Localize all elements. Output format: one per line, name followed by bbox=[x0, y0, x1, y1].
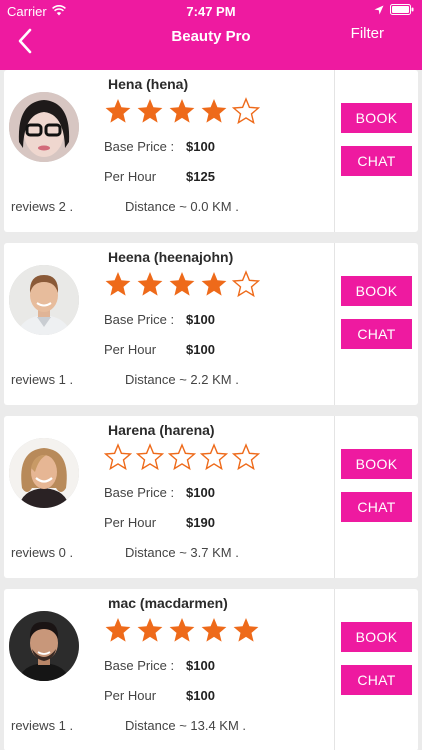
star-icon bbox=[201, 618, 227, 642]
card-divider bbox=[334, 243, 335, 405]
per-hour-label: Per Hour bbox=[104, 169, 157, 184]
avatar bbox=[9, 438, 79, 508]
reviews-count: reviews 1 . bbox=[11, 372, 74, 387]
star-outline-icon bbox=[104, 443, 132, 471]
base-price-value: $100 bbox=[186, 658, 215, 673]
provider-card[interactable]: Harena (harena) Base Price : $100 Per Ho… bbox=[4, 416, 418, 578]
per-hour-value: $100 bbox=[186, 688, 215, 703]
star-outline-icon bbox=[136, 443, 164, 471]
location-arrow-icon bbox=[374, 3, 384, 18]
per-hour-value: $190 bbox=[186, 515, 215, 530]
star-outline-icon bbox=[200, 443, 228, 471]
star-outline-icon bbox=[232, 97, 260, 125]
status-time: 7:47 PM bbox=[186, 4, 236, 19]
rating-stars bbox=[104, 270, 260, 298]
star-icon bbox=[137, 272, 163, 296]
chat-button[interactable]: CHAT bbox=[341, 492, 412, 522]
filter-button[interactable]: Filter bbox=[351, 25, 384, 42]
chat-button[interactable]: CHAT bbox=[341, 665, 412, 695]
star-icon bbox=[105, 99, 131, 123]
provider-card[interactable]: Hena (hena) Base Price : $100 Per Hour $… bbox=[4, 70, 418, 232]
provider-name: Hena (hena) bbox=[108, 76, 189, 92]
provider-card[interactable]: mac (macdarmen) Base Price : $100 Per Ho… bbox=[4, 589, 418, 750]
distance: Distance ~ 13.4 KM . bbox=[125, 718, 247, 733]
rating-stars bbox=[104, 616, 260, 644]
card-divider bbox=[334, 589, 335, 750]
star-icon bbox=[105, 618, 131, 642]
rating-stars bbox=[104, 443, 260, 471]
status-bar: Carrier 7:47 PM bbox=[0, 0, 422, 22]
distance: Distance ~ 3.7 KM . bbox=[125, 545, 239, 560]
chat-button[interactable]: CHAT bbox=[341, 319, 412, 349]
card-divider bbox=[334, 416, 335, 578]
star-outline-icon bbox=[232, 270, 260, 298]
star-icon bbox=[169, 272, 195, 296]
star-icon bbox=[137, 618, 163, 642]
per-hour-value: $100 bbox=[186, 342, 215, 357]
reviews-count: reviews 0 . bbox=[11, 545, 74, 560]
avatar bbox=[9, 92, 79, 162]
book-button[interactable]: BOOK bbox=[341, 103, 412, 133]
nav-bar: Beauty Pro Filter bbox=[0, 22, 422, 70]
star-outline-icon bbox=[168, 443, 196, 471]
distance: Distance ~ 2.2 KM . bbox=[125, 372, 239, 387]
provider-name: Harena (harena) bbox=[108, 422, 215, 438]
per-hour-value: $125 bbox=[186, 169, 215, 184]
base-price-label: Base Price : bbox=[104, 658, 175, 673]
star-icon bbox=[201, 99, 227, 123]
star-outline-icon bbox=[232, 443, 260, 471]
distance: Distance ~ 0.0 KM . bbox=[125, 199, 239, 214]
star-icon bbox=[201, 272, 227, 296]
star-icon bbox=[137, 99, 163, 123]
star-icon bbox=[105, 272, 131, 296]
provider-name: Heena (heenajohn) bbox=[108, 249, 234, 265]
book-button[interactable]: BOOK bbox=[341, 276, 412, 306]
base-price-label: Base Price : bbox=[104, 485, 175, 500]
provider-card[interactable]: Heena (heenajohn) Base Price : $100 Per … bbox=[4, 243, 418, 405]
base-price-value: $100 bbox=[186, 312, 215, 327]
reviews-count: reviews 1 . bbox=[11, 718, 74, 733]
base-price-label: Base Price : bbox=[104, 312, 175, 327]
base-price-label: Base Price : bbox=[104, 139, 175, 154]
rating-stars bbox=[104, 97, 260, 125]
per-hour-label: Per Hour bbox=[104, 688, 157, 703]
chat-button[interactable]: CHAT bbox=[341, 146, 412, 176]
reviews-count: reviews 2 . bbox=[11, 199, 74, 214]
book-button[interactable]: BOOK bbox=[341, 622, 412, 652]
avatar bbox=[9, 265, 79, 335]
provider-name: mac (macdarmen) bbox=[108, 595, 228, 611]
battery-icon bbox=[390, 3, 414, 18]
card-divider bbox=[334, 70, 335, 232]
base-price-value: $100 bbox=[186, 139, 215, 154]
status-right bbox=[374, 3, 414, 18]
star-icon bbox=[233, 618, 259, 642]
star-icon bbox=[169, 99, 195, 123]
per-hour-label: Per Hour bbox=[104, 515, 157, 530]
base-price-value: $100 bbox=[186, 485, 215, 500]
per-hour-label: Per Hour bbox=[104, 342, 157, 357]
star-icon bbox=[169, 618, 195, 642]
book-button[interactable]: BOOK bbox=[341, 449, 412, 479]
avatar bbox=[9, 611, 79, 681]
